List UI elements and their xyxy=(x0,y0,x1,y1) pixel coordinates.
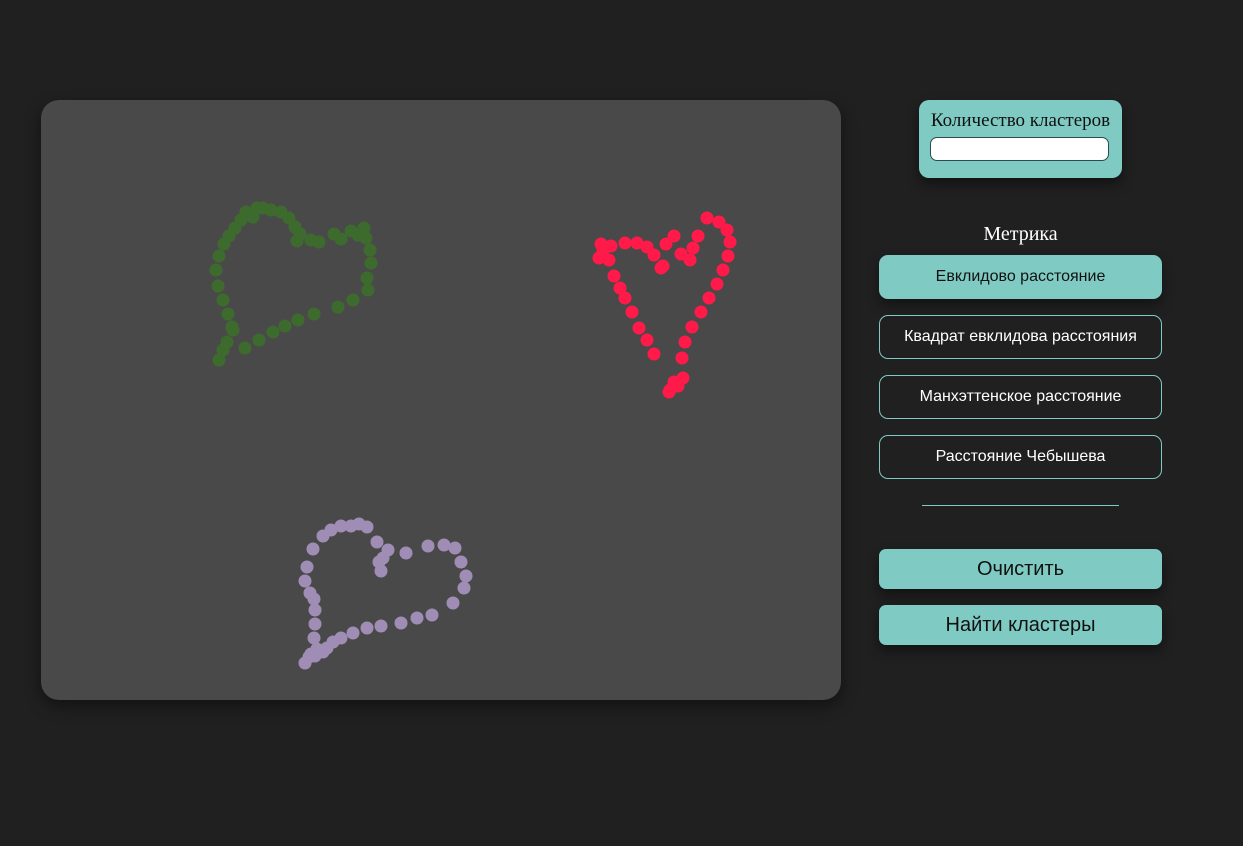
data-point xyxy=(307,592,321,606)
cluster-2-points xyxy=(592,211,737,399)
data-point xyxy=(221,307,235,321)
scatter-plot[interactable] xyxy=(41,100,841,700)
data-point xyxy=(307,631,321,645)
data-point xyxy=(625,305,639,319)
data-point xyxy=(592,251,606,265)
data-point xyxy=(376,551,390,565)
data-point xyxy=(374,564,388,578)
data-point xyxy=(410,611,424,625)
metric-chebyshev-button[interactable]: Расстояние Чебышева xyxy=(879,435,1162,479)
data-point xyxy=(618,236,632,250)
data-point xyxy=(678,335,692,349)
data-point xyxy=(266,325,280,339)
data-point xyxy=(647,248,661,262)
data-point xyxy=(308,603,322,617)
data-point xyxy=(446,596,460,610)
data-point xyxy=(370,535,384,549)
data-point xyxy=(217,237,231,251)
data-point xyxy=(607,269,621,283)
data-point xyxy=(647,347,661,361)
data-point xyxy=(307,307,321,321)
data-point xyxy=(674,247,688,261)
data-point xyxy=(685,320,699,334)
find-clusters-button[interactable]: Найти кластеры xyxy=(879,605,1162,645)
data-point xyxy=(306,542,320,556)
data-point xyxy=(691,229,705,243)
drawing-canvas[interactable] xyxy=(41,100,841,700)
data-point xyxy=(632,321,646,335)
data-point xyxy=(302,650,316,664)
cluster-count-label: Количество кластеров xyxy=(930,110,1111,131)
data-point xyxy=(364,256,378,270)
data-point xyxy=(448,541,462,555)
data-point xyxy=(278,319,292,333)
data-point xyxy=(421,539,435,553)
data-point xyxy=(300,560,314,574)
data-point xyxy=(716,263,730,277)
data-point xyxy=(654,261,668,275)
data-point xyxy=(374,619,388,633)
data-point xyxy=(604,239,618,253)
data-point xyxy=(712,215,726,229)
cluster-1-points xyxy=(209,201,378,367)
metric-list: Евклидово расстояние Квадрат евклидова р… xyxy=(879,255,1162,479)
data-point xyxy=(459,569,473,583)
data-point xyxy=(363,243,377,257)
data-point xyxy=(331,300,345,314)
data-point xyxy=(225,320,239,334)
metric-euclidean-button[interactable]: Евклидово расстояние xyxy=(879,255,1162,299)
clear-button[interactable]: Очистить xyxy=(879,549,1162,589)
control-sidebar: Количество кластеров Метрика Евклидово р… xyxy=(879,100,1162,645)
app-root: Количество кластеров Метрика Евклидово р… xyxy=(0,0,1243,846)
data-point xyxy=(291,313,305,327)
metric-title: Метрика xyxy=(983,223,1058,245)
data-point xyxy=(700,211,714,225)
data-point xyxy=(209,263,223,277)
data-point xyxy=(675,351,689,365)
data-point xyxy=(220,335,234,349)
data-point xyxy=(723,235,737,249)
data-point xyxy=(304,233,318,247)
data-point xyxy=(360,621,374,635)
data-point xyxy=(454,555,468,569)
data-point xyxy=(613,281,627,295)
cluster-3-points xyxy=(298,517,473,670)
data-point xyxy=(216,293,230,307)
data-point xyxy=(702,291,716,305)
data-point xyxy=(239,205,253,219)
data-point xyxy=(334,631,348,645)
metric-squared-euclidean-button[interactable]: Квадрат евклидова расстояния xyxy=(879,315,1162,359)
data-point xyxy=(298,574,312,588)
data-point xyxy=(437,538,451,552)
data-point xyxy=(211,279,225,293)
data-point xyxy=(640,333,654,347)
data-point xyxy=(425,608,439,622)
data-point xyxy=(346,293,360,307)
data-point xyxy=(360,271,374,285)
data-point xyxy=(252,333,266,347)
data-point xyxy=(399,546,413,560)
data-point xyxy=(710,277,724,291)
data-point xyxy=(361,283,375,297)
data-point xyxy=(686,241,700,255)
data-point xyxy=(327,227,341,241)
divider xyxy=(922,505,1119,506)
data-point xyxy=(212,249,226,263)
data-point xyxy=(346,626,360,640)
data-point xyxy=(659,237,673,251)
cluster-count-panel: Количество кластеров xyxy=(919,100,1122,178)
data-point xyxy=(394,616,408,630)
data-point xyxy=(457,581,471,595)
metric-manhattan-button[interactable]: Манхэттенское расстояние xyxy=(879,375,1162,419)
cluster-count-input[interactable] xyxy=(930,137,1109,161)
data-point xyxy=(316,529,330,543)
data-point xyxy=(676,371,690,385)
data-point xyxy=(238,341,252,355)
data-point xyxy=(694,305,708,319)
data-point xyxy=(721,249,735,263)
data-point xyxy=(308,617,322,631)
